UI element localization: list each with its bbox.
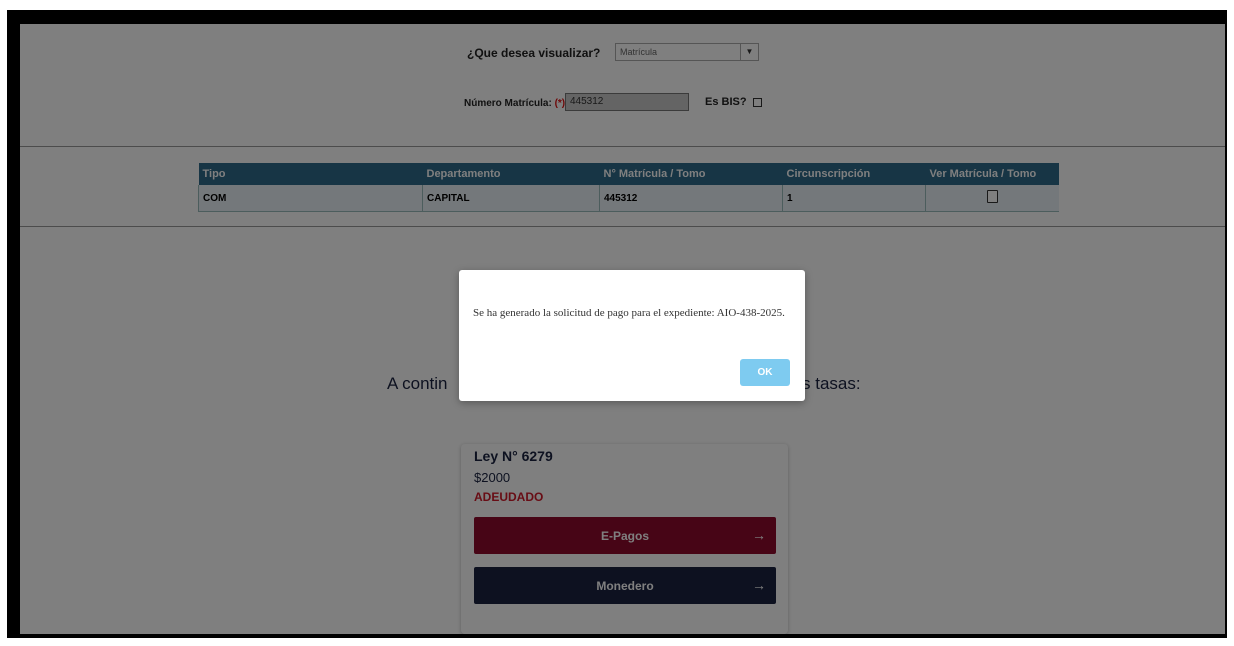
header-circunscripcion: Circunscripción — [782, 163, 926, 185]
es-bis-checkbox[interactable] — [753, 98, 762, 107]
required-mark: (*) — [554, 98, 566, 109]
payment-dialog: Se ha generado la solicitud de pago para… — [459, 270, 805, 401]
document-icon[interactable] — [986, 190, 998, 203]
numero-matricula-label: Número Matrícula: (*) — [464, 98, 565, 109]
tasa-price: $2000 — [474, 470, 511, 485]
es-bis-label: Es BIS? — [705, 96, 747, 108]
cell-circunscripcion: 1 — [782, 185, 926, 212]
results-table: Tipo Departamento N° Matrícula / Tomo Ci… — [198, 163, 1059, 212]
numero-matricula-label-text: Número Matrícula: — [464, 98, 552, 109]
epagos-label: E-Pagos — [600, 528, 649, 543]
header-tipo: Tipo — [198, 163, 423, 185]
monedero-button[interactable]: Monedero → — [474, 567, 776, 604]
visualizar-select[interactable]: Matrícula ▼ — [615, 43, 759, 61]
ok-button[interactable]: OK — [740, 359, 790, 386]
continuation-text-right: s tasas: — [802, 374, 861, 393]
arrow-right-icon: → — [752, 577, 766, 593]
arrow-right-icon: → — [752, 527, 766, 543]
dialog-message: Se ha generado la solicitud de pago para… — [473, 307, 785, 319]
header-matricula: N° Matrícula / Tomo — [599, 163, 783, 185]
divider — [20, 146, 1225, 147]
visualizar-label: ¿Que desea visualizar? — [467, 46, 601, 60]
table-header-row: Tipo Departamento N° Matrícula / Tomo Ci… — [198, 163, 1059, 185]
monedero-label: Monedero — [596, 578, 654, 593]
numero-matricula-input[interactable]: 445312 — [565, 93, 689, 111]
cell-departamento: CAPITAL — [422, 185, 600, 212]
cell-ver-matricula — [925, 185, 1059, 212]
status-badge: ADEUDADO — [474, 490, 544, 504]
ley-title: Ley N° 6279 — [474, 448, 553, 464]
table-row: COM CAPITAL 445312 1 — [198, 185, 1059, 212]
header-ver-matricula: Ver Matrícula / Tomo — [925, 163, 1059, 185]
cell-tipo: COM — [198, 185, 423, 212]
divider — [20, 226, 1225, 227]
visualizar-selected-value: Matrícula — [620, 47, 658, 57]
epagos-button[interactable]: E-Pagos → — [474, 517, 776, 554]
continuation-text-left: A contin — [387, 374, 448, 393]
chevron-down-icon[interactable]: ▼ — [740, 44, 758, 60]
cell-matricula: 445312 — [599, 185, 783, 212]
header-departamento: Departamento — [422, 163, 600, 185]
